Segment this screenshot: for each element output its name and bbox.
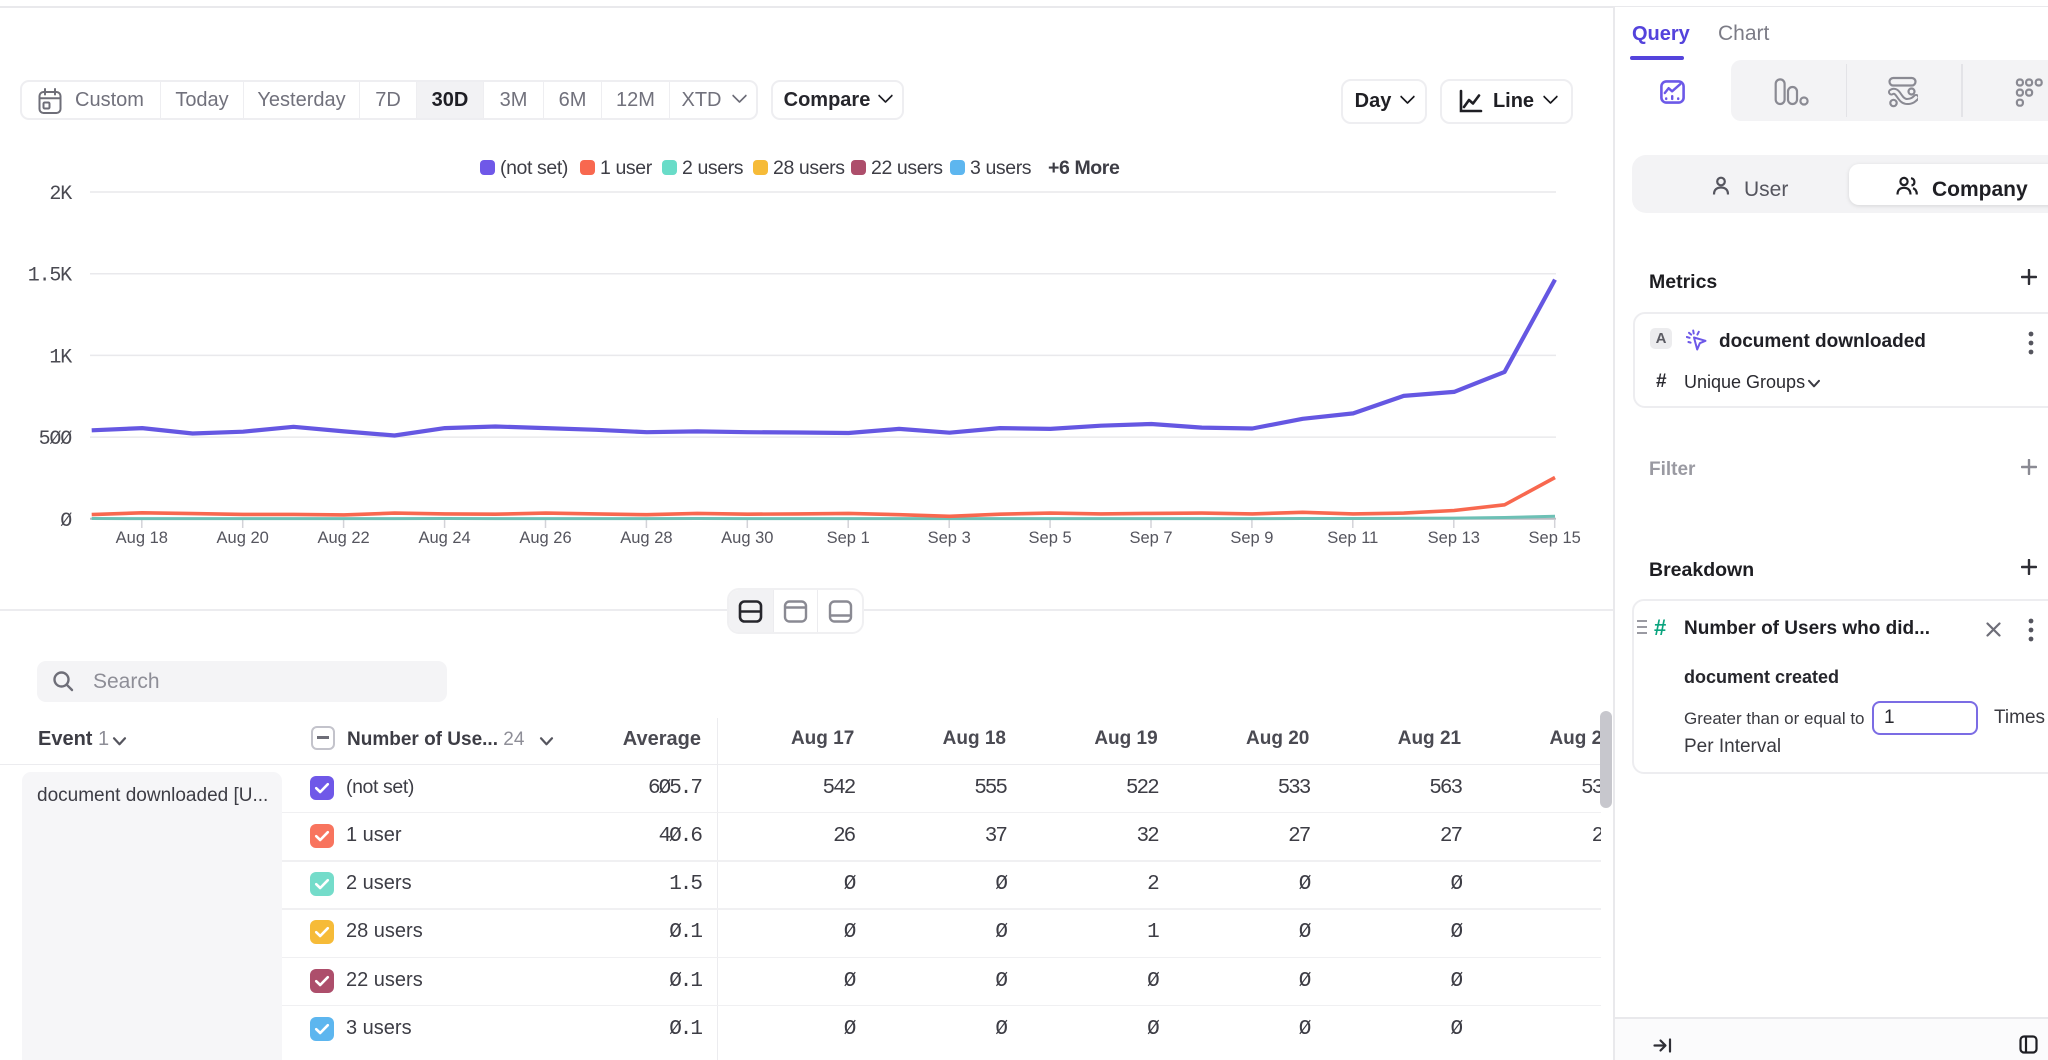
svg-text:1K: 1K xyxy=(49,346,72,369)
svg-text:Sep 13: Sep 13 xyxy=(1428,529,1480,547)
svg-text:Aug 24: Aug 24 xyxy=(418,529,470,547)
svg-text:Sep 11: Sep 11 xyxy=(1327,529,1378,547)
svg-text:Aug 26: Aug 26 xyxy=(519,529,571,547)
svg-text:Aug 30: Aug 30 xyxy=(721,529,773,547)
svg-text:1.5K: 1.5K xyxy=(28,265,72,288)
svg-text:2K: 2K xyxy=(49,183,72,206)
svg-text:Sep 9: Sep 9 xyxy=(1230,529,1273,547)
svg-text:Ø: Ø xyxy=(60,510,72,533)
svg-text:Sep 1: Sep 1 xyxy=(827,529,870,547)
svg-text:Aug 28: Aug 28 xyxy=(620,529,672,547)
svg-text:Sep 7: Sep 7 xyxy=(1129,529,1172,547)
svg-text:Sep 5: Sep 5 xyxy=(1029,529,1072,547)
svg-text:5ØØ: 5ØØ xyxy=(39,428,73,451)
svg-text:Aug 20: Aug 20 xyxy=(217,529,269,547)
svg-text:Sep 3: Sep 3 xyxy=(928,529,971,547)
svg-text:Aug 18: Aug 18 xyxy=(116,529,168,547)
svg-text:Aug 22: Aug 22 xyxy=(317,529,369,547)
svg-text:Sep 15: Sep 15 xyxy=(1529,529,1581,547)
